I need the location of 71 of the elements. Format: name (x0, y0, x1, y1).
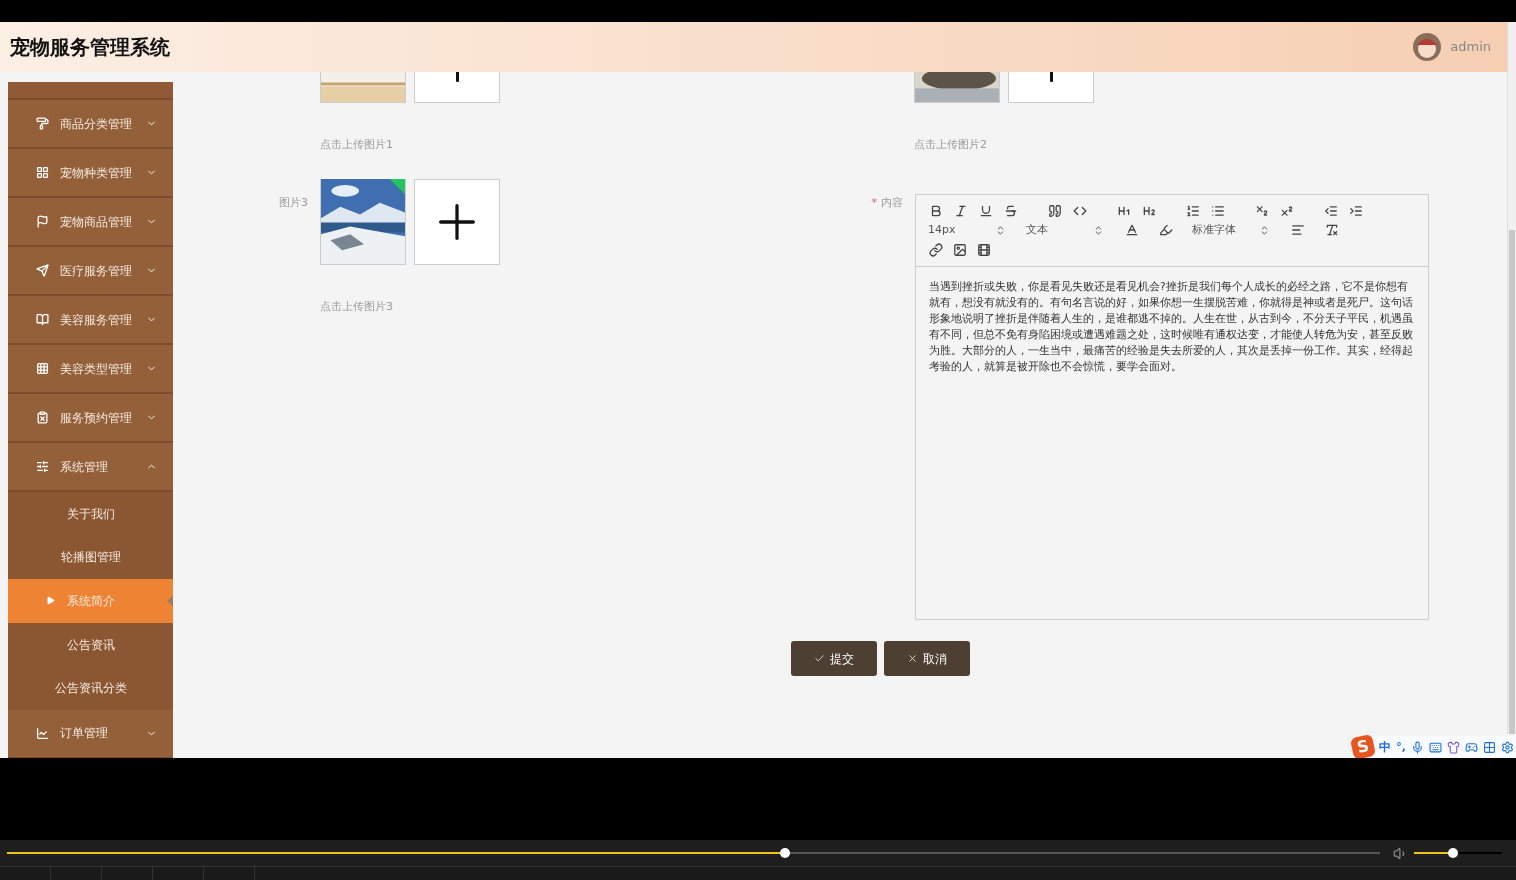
check-icon (814, 653, 825, 664)
menu-item[interactable]: 服务预约管理 (8, 394, 173, 443)
menu-item[interactable]: 医疗服务管理 (8, 247, 173, 296)
avatar-icon[interactable] (1413, 33, 1442, 61)
menu-item[interactable]: 订单管理 (8, 709, 173, 758)
quote-icon[interactable] (1047, 203, 1063, 219)
app-title: 宠物服务管理系统 (10, 34, 170, 61)
italic-icon[interactable] (953, 203, 969, 219)
clipboard-icon (36, 411, 49, 424)
table-icon (36, 362, 49, 375)
superscript-icon[interactable] (1279, 203, 1295, 219)
submenu-item[interactable]: 公告资讯 (8, 622, 173, 667)
volume-handle[interactable] (1447, 848, 1458, 858)
submenu-item[interactable]: 公告资讯分类 (8, 666, 173, 710)
select-arrows-icon (1093, 224, 1104, 236)
menu-item[interactable]: 美容类型管理 (8, 345, 173, 394)
select-arrows-icon (995, 224, 1006, 236)
menu-item[interactable]: 系统管理 (8, 443, 173, 492)
microphone-icon[interactable] (1411, 740, 1424, 754)
upload-hint: 点击上传图片2 (914, 138, 988, 151)
cancel-button[interactable]: 取消 (884, 641, 970, 676)
menu-item[interactable]: 美容服务管理 (8, 296, 173, 345)
upload-hint: 点击上传图片3 (320, 300, 394, 313)
editor-text[interactable]: 当遇到挫折或失败，你是看见失败还是看见机会?挫折是我们每个人成长的必经之路，它不是你想有就有，想没有就没有的。有句名言说的好，如果你想一生摆脱苦难，你就得是神或者是死尸。这句话形象地说明了挫折是伴随着人生的，是谁都逃不掉的。人生在世，从古到今，不分天子平民，机遇虽有不同，但总不免有身陷困境或遭遇难题之处，这时候唯有通权达变，才能使人转危为安，甚至反败为胜。大部分的人，一生当中，最痛苦的经验是失去所爱的人，其次是丢掉一份工作。其实，经得起考验的人，就算是被开除也不会惊慌，要学会面对。 (916, 266, 1428, 374)
upload-button[interactable] (414, 179, 500, 265)
image-icon[interactable] (952, 241, 968, 258)
scrollbar[interactable] (1507, 22, 1516, 734)
plus-icon (455, 72, 459, 82)
brush-icon (36, 117, 49, 130)
strikethrough-icon[interactable] (1003, 203, 1019, 219)
indent-icon[interactable] (1348, 203, 1364, 219)
plus-icon (1049, 72, 1053, 82)
paper-plane-icon (36, 264, 49, 277)
submenu-item[interactable]: 轮播图管理 (8, 535, 173, 580)
underline-icon[interactable] (978, 203, 994, 219)
user-name[interactable]: admin (1450, 37, 1491, 57)
chart-icon (36, 726, 49, 740)
toolbar-select[interactable]: 14px (928, 222, 1008, 239)
menu-item[interactable]: 宠物种类管理 (8, 149, 173, 198)
video-icon[interactable] (976, 241, 992, 258)
submenu-item[interactable]: 关于我们 (8, 492, 173, 536)
subscript-icon[interactable] (1254, 203, 1270, 219)
sliders-icon (36, 460, 49, 473)
field-label: * 内容 (870, 195, 903, 211)
flag-icon (36, 215, 49, 228)
input-method-logo[interactable]: S (1350, 733, 1377, 758)
play-icon (46, 596, 55, 606)
numbered-list-icon[interactable] (1185, 203, 1201, 219)
book-icon (36, 313, 49, 326)
keyboard-icon[interactable] (1429, 740, 1442, 754)
submit-button[interactable]: 提交 (791, 641, 877, 676)
field-label: 图片3 (279, 196, 308, 209)
bullet-list-icon[interactable] (1210, 203, 1226, 219)
grid-icon[interactable] (1483, 740, 1496, 754)
shirt-icon[interactable] (1447, 740, 1460, 754)
outdent-icon[interactable] (1323, 203, 1339, 219)
input-mode[interactable]: 中 (1379, 738, 1392, 756)
upload-hint: 点击上传图片1 (320, 138, 394, 151)
menu-item[interactable]: 宠物商品管理 (8, 198, 173, 247)
punctuation-mode[interactable]: °, (1396, 738, 1406, 756)
gamepad-icon[interactable] (1465, 740, 1478, 754)
toolbar-select[interactable]: 文本 (1026, 222, 1106, 239)
settings-icon[interactable] (1501, 740, 1514, 754)
grid-icon (36, 166, 49, 179)
pointer-icon (167, 596, 173, 606)
link-icon[interactable] (928, 241, 944, 258)
progress-handle[interactable] (780, 848, 791, 858)
close-icon (907, 653, 918, 664)
select-arrows-icon (1259, 224, 1270, 236)
toolbar-select[interactable]: 标准字体 (1192, 222, 1272, 239)
menu-item[interactable]: 商品分类管理 (8, 100, 173, 149)
